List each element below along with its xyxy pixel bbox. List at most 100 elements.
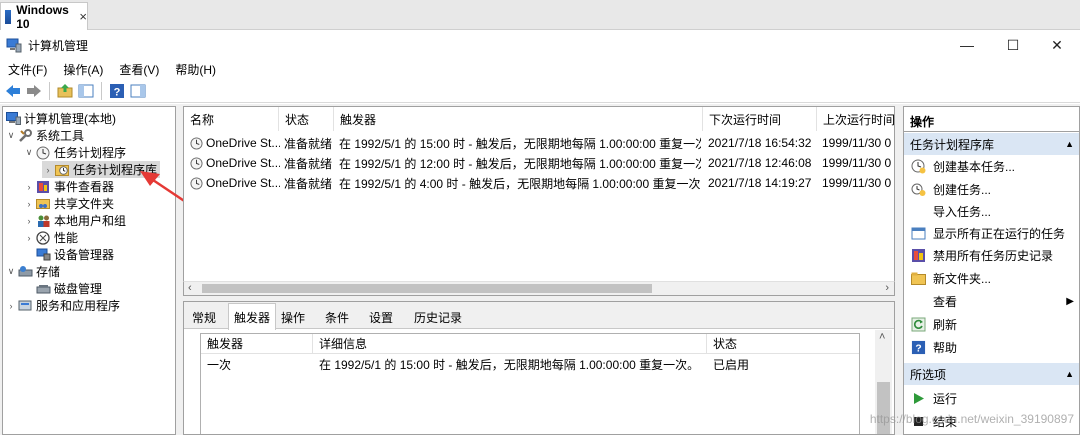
menu-view[interactable]: 查看(V) — [111, 61, 167, 78]
scroll-up-icon[interactable]: ˄ — [879, 331, 885, 343]
tree-item-label: 磁盘管理 — [54, 282, 103, 296]
menu-help[interactable]: 帮助(H) — [167, 61, 224, 78]
tree-item-disk-management[interactable]: 磁盘管理 — [23, 280, 102, 297]
action-new-folder[interactable]: 新文件夹... — [904, 267, 1079, 289]
trigger-row[interactable]: 一次 在 1992/5/1 的 15:00 时 - 触发后，无限期地每隔 1.0… — [201, 354, 859, 374]
menu-action[interactable]: 操作(A) — [55, 61, 111, 78]
tab-triggers[interactable]: 触发器 — [228, 303, 276, 330]
section-header-selected-item[interactable]: 所选项 ▲ — [904, 363, 1079, 385]
tab-actions[interactable]: 操作 — [278, 305, 308, 329]
minimize-button[interactable]: — — [944, 31, 990, 59]
vm-tab-icon — [5, 9, 12, 24]
help-icon[interactable]: ? — [108, 82, 126, 100]
expand-icon[interactable]: › — [23, 233, 35, 243]
tree-item-label: 事件查看器 — [54, 180, 115, 194]
expand-icon[interactable]: › — [5, 301, 17, 311]
services-icon — [17, 299, 33, 313]
menu-file[interactable]: 文件(F) — [0, 61, 55, 78]
action-label: 帮助 — [933, 340, 958, 355]
column-header-trigger[interactable]: 触发器 — [334, 107, 703, 131]
column-header-last-run[interactable]: 上次运行时间 — [817, 107, 894, 131]
expand-icon[interactable]: › — [42, 165, 54, 175]
collapse-icon[interactable]: ∨ — [23, 147, 35, 158]
up-folder-icon[interactable] — [56, 82, 74, 100]
task-name: OneDrive St... — [206, 176, 280, 190]
close-button[interactable]: ✕ — [1034, 31, 1080, 59]
expand-icon[interactable]: › — [23, 216, 35, 226]
run-icon — [910, 390, 926, 406]
tab-conditions[interactable]: 条件 — [320, 305, 354, 329]
vm-tab-label: Windows 10 — [16, 2, 69, 31]
action-view[interactable]: 查看 ▶ — [904, 290, 1079, 312]
action-disable-history[interactable]: 禁用所有任务历史记录 — [904, 244, 1079, 266]
task-detail-pane: 常规 触发器 操作 条件 设置 历史记录 触发器 详细信息 状态 一次 在 19… — [183, 301, 895, 435]
back-arrow-icon[interactable] — [4, 82, 22, 100]
horizontal-scrollbar[interactable]: ‹ › — [183, 281, 895, 296]
trigger-column-header[interactable]: 触发器 — [201, 334, 313, 354]
action-create-task[interactable]: 创建任务... — [904, 178, 1079, 200]
collapse-caret-icon[interactable]: ▲ — [1065, 139, 1074, 149]
scroll-left-icon[interactable]: ‹ — [188, 282, 192, 294]
tree-item-label: 服务和应用程序 — [36, 299, 121, 313]
actions-pane-title: 操作 — [910, 115, 935, 129]
maximize-button[interactable]: ☐ — [990, 31, 1036, 59]
column-header-name[interactable]: 名称 — [184, 107, 279, 131]
tree-item-storage[interactable]: ∨ 存储 — [5, 263, 60, 280]
task-trigger: 在 1992/5/1 的 15:00 时 - 触发后，无限期地每隔 1.00:0… — [339, 136, 701, 151]
scrollbar-thumb[interactable] — [202, 284, 652, 293]
actions-pane: 操作 任务计划程序库 ▲ 创建基本任务... 创建任务... 导入任务... 显… — [903, 106, 1080, 435]
action-label: 创建任务... — [933, 182, 992, 197]
tab-history[interactable]: 历史记录 — [410, 305, 466, 329]
expand-icon[interactable]: › — [23, 182, 35, 192]
tree-item-device-manager[interactable]: 设备管理器 — [23, 246, 114, 263]
detail-tabs: 常规 触发器 操作 条件 设置 历史记录 — [184, 302, 894, 330]
forward-arrow-icon[interactable] — [25, 82, 43, 100]
tree-item-performance[interactable]: › 性能 — [23, 229, 78, 246]
task-row[interactable]: OneDrive St... 准备就绪 在 1992/5/1 的 12:00 时… — [184, 153, 894, 173]
collapse-icon[interactable]: ∨ — [5, 130, 17, 141]
vm-tab-close-icon[interactable]: × — [79, 9, 87, 24]
column-header-next-run[interactable]: 下次运行时间 — [703, 107, 817, 131]
device-manager-icon — [35, 248, 51, 262]
column-header-status[interactable]: 状态 — [279, 107, 334, 131]
toolbar-separator — [49, 81, 50, 100]
action-label: 禁用所有任务历史记录 — [933, 248, 1054, 263]
action-label: 新文件夹... — [933, 271, 992, 286]
task-next-run: 2021/7/18 12:46:08 — [708, 156, 812, 170]
computer-management-icon — [6, 38, 22, 53]
action-create-basic-task[interactable]: 创建基本任务... — [904, 155, 1079, 177]
action-run[interactable]: 运行 — [904, 387, 1079, 409]
tree-item-local-users-groups[interactable]: › 本地用户和组 — [23, 212, 127, 229]
tree-item-shared-folders[interactable]: › 共享文件夹 — [23, 195, 115, 212]
action-import-task[interactable]: 导入任务... — [904, 200, 1079, 222]
tree-item-services-applications[interactable]: › 服务和应用程序 — [5, 297, 121, 314]
show-hide-action-pane-icon[interactable] — [129, 82, 147, 100]
action-show-running-tasks[interactable]: 显示所有正在运行的任务 — [904, 222, 1079, 244]
task-last-run: 1999/11/30 0 — [822, 176, 892, 190]
vm-tab[interactable]: Windows 10 × — [0, 2, 88, 31]
tab-general[interactable]: 常规 — [188, 305, 220, 329]
tree-item-task-scheduler[interactable]: ∨ 任务计划程序 — [23, 144, 126, 161]
task-row[interactable]: OneDrive St... 准备就绪 在 1992/5/1 的 4:00 时 … — [184, 173, 894, 193]
tree-item-system-tools[interactable]: ∨ 系统工具 — [5, 127, 84, 144]
tree-item-event-viewer[interactable]: › 事件查看器 — [23, 178, 115, 195]
details-column-header[interactable]: 详细信息 — [313, 334, 707, 354]
task-next-run: 2021/7/18 16:54:32 — [708, 136, 812, 150]
action-refresh[interactable]: 刷新 — [904, 313, 1079, 335]
collapse-caret-icon[interactable]: ▲ — [1065, 369, 1074, 379]
task-row[interactable]: OneDrive St... 准备就绪 在 1992/5/1 的 15:00 时… — [184, 133, 894, 153]
collapse-icon[interactable]: ∨ — [5, 266, 17, 277]
scrollbar-thumb[interactable] — [877, 382, 890, 434]
tab-settings[interactable]: 设置 — [364, 305, 398, 329]
action-help[interactable]: ? 帮助 — [904, 336, 1079, 358]
section-header-task-library[interactable]: 任务计划程序库 ▲ — [904, 133, 1079, 155]
status-column-header[interactable]: 状态 — [707, 334, 859, 354]
create-basic-task-icon — [910, 158, 926, 174]
show-hide-tree-icon[interactable] — [77, 82, 95, 100]
tree-item-root[interactable]: 计算机管理(本地) — [5, 110, 116, 127]
scroll-right-icon[interactable]: › — [885, 282, 889, 294]
tree-item-label: 性能 — [54, 231, 79, 245]
new-folder-icon — [910, 270, 926, 286]
action-label: 导入任务... — [933, 204, 992, 219]
expand-icon[interactable]: › — [23, 199, 35, 209]
